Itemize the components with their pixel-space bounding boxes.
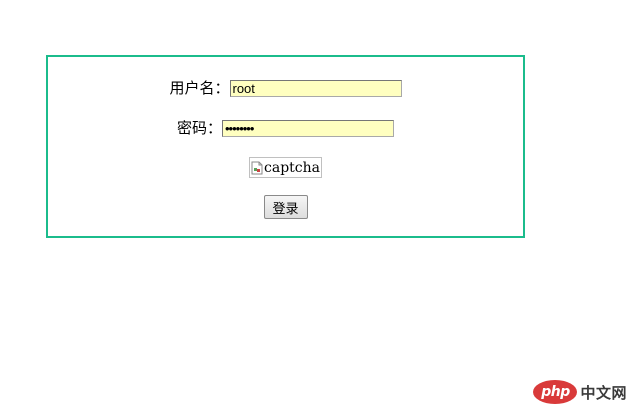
captcha-image[interactable]: captcha [249,157,322,178]
captcha-alt-text: captcha [264,159,320,176]
watermark-site-text: 中文网 [580,383,627,402]
login-form: 用户名： root 密码： •••••••• captcha 登录 [46,55,525,238]
password-input[interactable]: •••••••• [222,119,394,137]
username-label: 用户名： [169,79,230,97]
php-logo: php [533,380,578,404]
password-row: 密码： •••••••• [48,118,523,138]
captcha-row: captcha [48,157,523,178]
password-label: 密码： [176,119,222,137]
broken-image-icon [251,161,263,175]
login-button[interactable]: 登录 [263,195,308,219]
username-input[interactable]: root [229,79,402,97]
site-watermark: php 中文网 [533,380,627,404]
username-row: 用户名： root [48,78,523,98]
submit-row: 登录 [48,195,523,219]
